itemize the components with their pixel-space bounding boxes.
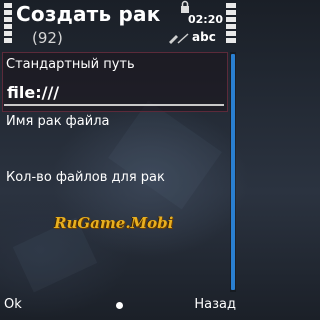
files-count-label[interactable]: Кол-во файлов для рак [6, 170, 165, 185]
watermark-logo: RuGame.Mobi [54, 214, 174, 232]
back-softkey[interactable]: Назад [194, 297, 236, 312]
input-underline [4, 104, 224, 106]
signal-strength-icon [4, 3, 12, 47]
standard-path-label: Стандартный путь [6, 57, 135, 72]
item-count: (92) [32, 29, 63, 47]
battery-icon [226, 3, 236, 47]
pen-input-icon [169, 33, 189, 44]
center-select-key[interactable] [116, 302, 123, 309]
scrollbar-thumb[interactable] [231, 54, 235, 290]
ok-softkey[interactable]: Ok [4, 297, 22, 312]
standard-path-input[interactable]: file:/// [7, 83, 59, 102]
keypad-lock-icon [181, 0, 189, 13]
clock: 02:20 [188, 13, 224, 26]
scrollbar[interactable] [230, 52, 236, 292]
input-mode-indicator: abc [192, 30, 216, 44]
background-shard [108, 100, 222, 210]
page-title: Создать рак [16, 2, 161, 26]
rak-file-name-label[interactable]: Имя рак файла [6, 114, 110, 129]
